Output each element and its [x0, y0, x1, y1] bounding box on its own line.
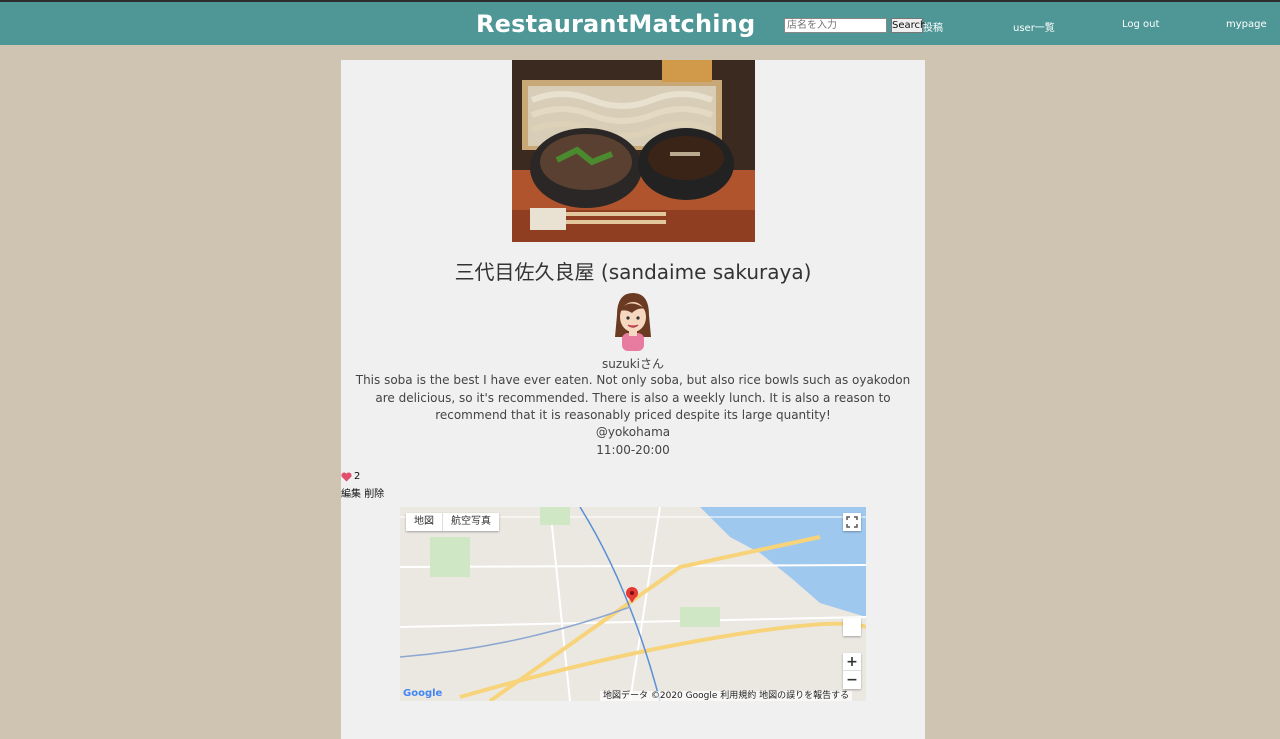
nav-users-link[interactable]: user一覧	[1013, 19, 1055, 34]
brand-logo[interactable]: RestaurantMatching	[476, 10, 755, 38]
map-type-control: 地図 航空写真	[406, 513, 499, 531]
post-description: This soba is the best I have ever eaten.…	[355, 373, 911, 422]
google-map[interactable]: 地図 航空写真 + − Google 地図データ ©2020 Google 利用…	[400, 507, 866, 701]
restaurant-title: 三代目佐久良屋 (sandaime sakuraya)	[454, 260, 812, 284]
delete-link[interactable]: 削除	[364, 489, 384, 500]
like-count: 2	[354, 471, 361, 482]
nav-post-link[interactable]: 投稿	[923, 19, 943, 34]
map-tab-satellite[interactable]: 航空写真	[443, 513, 499, 531]
user-avatar[interactable]	[612, 293, 654, 351]
fullscreen-button[interactable]	[843, 513, 861, 531]
map-attribution: 地図データ ©2020 Google 利用規約 地図の誤りを報告する	[600, 691, 853, 701]
top-navbar: RestaurantMatching Search 投稿 user一覧 Log …	[0, 0, 1280, 45]
report-error-link[interactable]: 地図の誤りを報告する	[759, 691, 849, 701]
nav-logout-link[interactable]: Log out	[1122, 19, 1159, 30]
post-username[interactable]: suzukiさん	[341, 355, 925, 372]
zoom-control: + −	[843, 653, 861, 689]
attribution-text: 地図データ ©2020 Google	[603, 691, 718, 701]
restaurant-photo	[512, 60, 755, 242]
google-logo[interactable]: Google	[403, 688, 442, 699]
search-button[interactable]: Search	[891, 18, 926, 33]
terms-link[interactable]: 利用規約	[720, 691, 756, 701]
post-location: @yokohama	[595, 425, 671, 439]
nav-mypage-link[interactable]: mypage	[1226, 19, 1267, 30]
post-actions: 編集 削除	[341, 485, 384, 500]
zoom-out-button[interactable]: −	[843, 671, 861, 689]
fullscreen-icon	[846, 516, 858, 528]
heart-icon[interactable]	[341, 471, 352, 482]
edit-link[interactable]: 編集	[341, 489, 361, 500]
post-hours: 11:00-20:00	[596, 443, 670, 457]
search-input[interactable]	[784, 18, 887, 33]
map-tab-map[interactable]: 地図	[406, 513, 443, 531]
zoom-in-button[interactable]: +	[843, 653, 861, 671]
street-view-button[interactable]	[843, 618, 861, 636]
like-area: 2	[341, 471, 360, 482]
